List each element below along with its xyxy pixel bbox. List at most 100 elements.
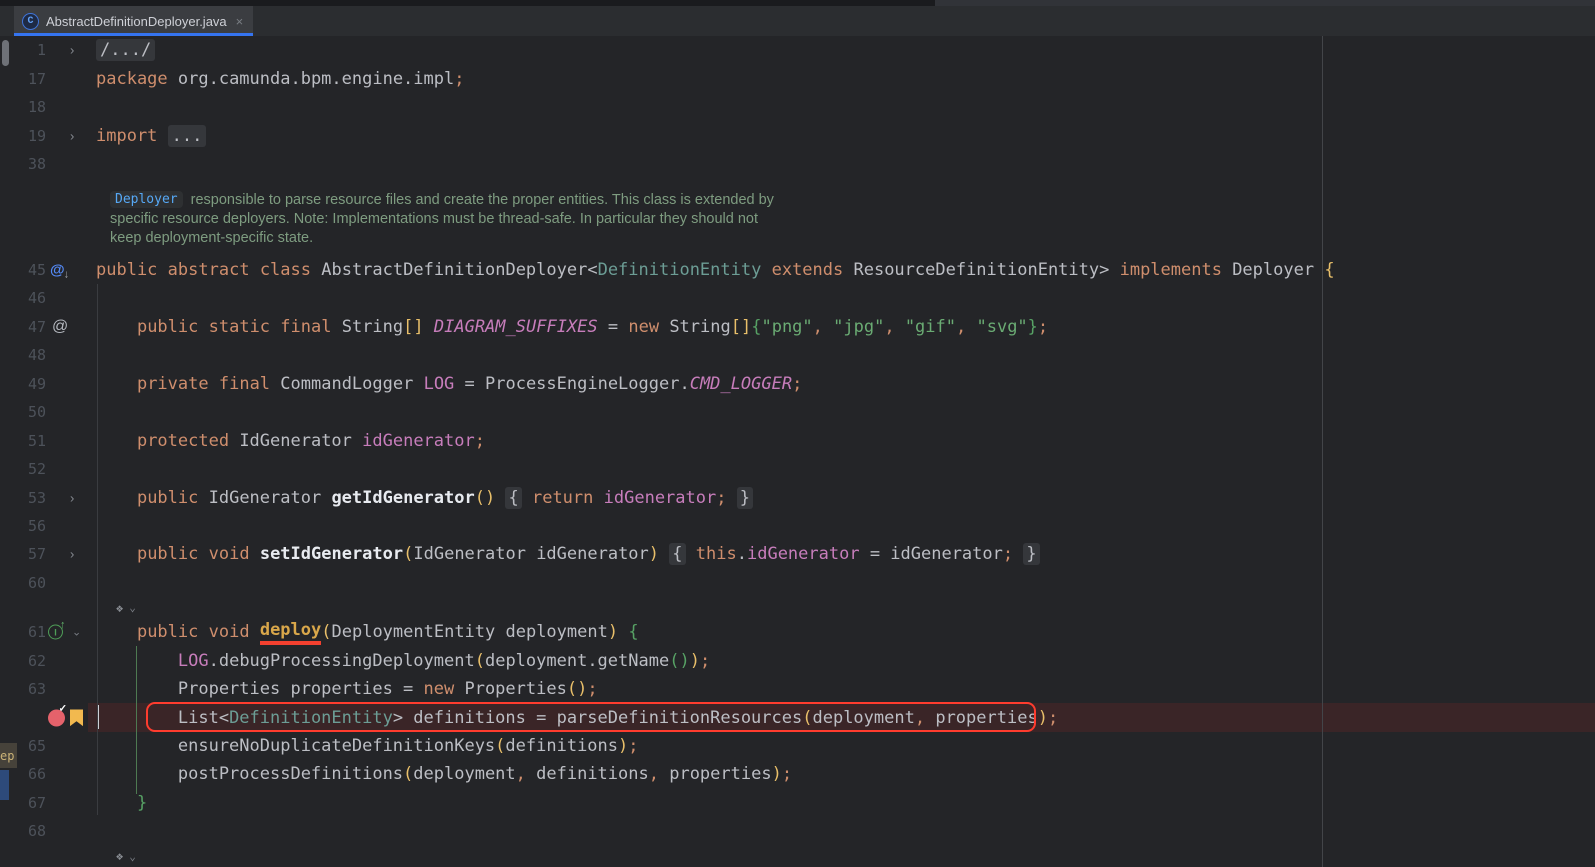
breakpoint-icon[interactable]	[48, 709, 65, 726]
fold-arrow-icon[interactable]: ›	[70, 128, 74, 143]
token: keep deployment-specific state.	[110, 230, 313, 246]
line-number[interactable]: 56	[0, 517, 46, 535]
code-text[interactable]	[88, 93, 1595, 121]
token: (	[475, 651, 485, 671]
code-text[interactable]: LOG.debugProcessingDeployment(deployment…	[88, 646, 1595, 674]
token: IdGenerator idGenerator	[413, 544, 648, 564]
code-text[interactable]: /.../	[88, 36, 1595, 64]
code-text[interactable]: public IdGenerator getIdGenerator() { re…	[88, 483, 1595, 511]
code-text[interactable]	[88, 817, 1595, 845]
gutter-icons	[46, 228, 88, 247]
token: ;	[475, 431, 485, 451]
code-text[interactable]: package org.camunda.bpm.engine.impl;	[88, 64, 1595, 92]
token: ,	[649, 764, 659, 784]
line-number[interactable]: 57	[0, 545, 46, 563]
scrollbar-thumb[interactable]	[2, 40, 9, 66]
code-text[interactable]: ensureNoDuplicateDefinitionKeys(definiti…	[88, 732, 1595, 760]
code-line: 57 › public void setIdGenerator(IdGenerat…	[0, 540, 1595, 568]
code-text[interactable]	[88, 284, 1595, 312]
line-number[interactable]: 68	[0, 822, 46, 840]
spacer	[0, 178, 1595, 190]
ai-actions-icon[interactable]: ❖	[96, 849, 123, 863]
code-line: 48	[0, 341, 1595, 369]
line-number[interactable]: 50	[0, 403, 46, 421]
doc-text[interactable]: specific resource deployers. Note: Imple…	[88, 209, 1595, 228]
line-number[interactable]: 45	[0, 261, 46, 279]
token: =	[598, 317, 629, 337]
code-line: List<DefinitionEntity> definitions = par…	[0, 703, 1595, 731]
fold-arrow-icon[interactable]: ›	[70, 490, 74, 505]
line-number[interactable]: 18	[0, 98, 46, 116]
code-text[interactable]	[88, 455, 1595, 483]
gutter-icons: ›	[46, 483, 88, 511]
line-number[interactable]: 61	[0, 623, 46, 641]
code-text[interactable]	[88, 569, 1595, 597]
ai-actions-icon[interactable]: ❖	[96, 601, 123, 615]
token: )	[618, 736, 628, 756]
gutter: 67	[0, 789, 88, 817]
code-line: 60	[0, 569, 1595, 597]
code-line: 65 ensureNoDuplicateDefinitionKeys(defin…	[0, 732, 1595, 760]
line-number[interactable]: 19	[0, 127, 46, 145]
line-number[interactable]: 38	[0, 155, 46, 173]
code-text[interactable]	[88, 341, 1595, 369]
gutter: 48	[0, 341, 88, 369]
token	[209, 374, 219, 394]
code-text[interactable]: ❖⌄	[88, 597, 1595, 618]
chevron-down-icon[interactable]: ⌄	[129, 601, 136, 614]
token: {	[628, 622, 638, 642]
bookmark-icon[interactable]	[70, 709, 83, 726]
line-number[interactable]: 51	[0, 432, 46, 450]
code-text[interactable]: }	[88, 789, 1595, 817]
token	[593, 488, 603, 508]
chevron-down-icon[interactable]: ⌄	[72, 626, 81, 639]
annotation-icon[interactable]: @	[52, 318, 68, 336]
has-implementations-icon[interactable]: @	[50, 262, 70, 279]
code-text[interactable]: private final CommandLogger LOG = Proces…	[88, 370, 1595, 398]
fold-arrow-icon[interactable]: ›	[70, 43, 74, 58]
token: CommandLogger	[270, 374, 424, 394]
token: ;	[792, 374, 802, 394]
line-number[interactable]: 63	[0, 680, 46, 698]
code-text[interactable]: public static final String[] DIAGRAM_SUF…	[88, 313, 1595, 341]
token	[250, 544, 260, 564]
code-text[interactable]	[88, 512, 1595, 540]
tab-close-icon[interactable]: ×	[236, 14, 244, 29]
gutter-icons	[46, 732, 88, 760]
doc-text[interactable]: keep deployment-specific state.	[88, 228, 1595, 247]
code-text[interactable]: postProcessDefinitions(deployment, defin…	[88, 760, 1595, 788]
code-text[interactable]: public void deploy(DeploymentEntity depl…	[88, 618, 1595, 646]
token: setIdGenerator	[260, 544, 403, 564]
line-number[interactable]: 52	[0, 460, 46, 478]
gutter-icons	[46, 817, 88, 845]
code-text[interactable]: Properties properties = new Properties()…	[88, 675, 1595, 703]
tab-abstractdefinitiondeployer[interactable]: C AbstractDefinitionDeployer.java ×	[14, 6, 253, 36]
gutter: 38	[0, 150, 88, 178]
chevron-down-icon[interactable]: ⌄	[129, 850, 136, 863]
token: .	[737, 544, 747, 564]
line-number[interactable]: 49	[0, 375, 46, 393]
code-text[interactable]: protected IdGenerator idGenerator;	[88, 426, 1595, 454]
code-text[interactable]: public abstract class AbstractDefinition…	[88, 256, 1595, 284]
line-number[interactable]: 60	[0, 574, 46, 592]
line-number[interactable]: 17	[0, 70, 46, 88]
line-number[interactable]: 46	[0, 289, 46, 307]
code-text[interactable]: public void setIdGenerator(IdGenerator i…	[88, 540, 1595, 568]
line-number[interactable]: 48	[0, 346, 46, 364]
token: (	[403, 544, 413, 564]
code-text[interactable]: List<DefinitionEntity> definitions = par…	[88, 703, 1595, 731]
doc-text[interactable]: Deployer responsible to parse resource f…	[88, 190, 1595, 209]
code-text[interactable]: ❖⌄	[88, 846, 1595, 867]
code-text[interactable]: import ...	[88, 121, 1595, 149]
line-number[interactable]: 62	[0, 652, 46, 670]
token: )	[690, 651, 700, 671]
code-text[interactable]	[88, 150, 1595, 178]
line-number[interactable]: 53	[0, 489, 46, 507]
token: definitions	[505, 736, 618, 756]
fold-arrow-icon[interactable]: ›	[70, 547, 74, 562]
line-number[interactable]: 47	[0, 318, 46, 336]
implements-method-icon[interactable]: I	[48, 625, 63, 640]
token: ()	[475, 488, 495, 508]
gutter-icons	[46, 150, 88, 178]
code-text[interactable]	[88, 398, 1595, 426]
